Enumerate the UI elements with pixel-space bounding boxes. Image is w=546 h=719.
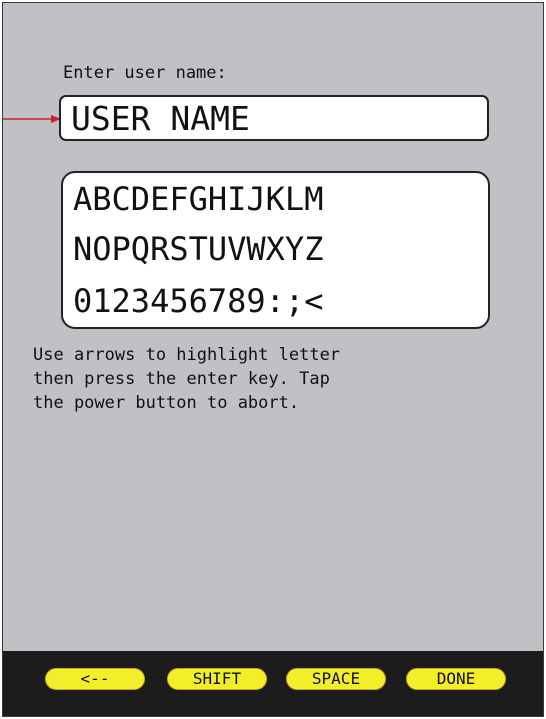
- user-name-field[interactable]: USER NAME: [59, 95, 489, 141]
- prompt-label: Enter user name:: [63, 63, 227, 83]
- space-button[interactable]: SPACE: [286, 668, 386, 690]
- backspace-button[interactable]: <--: [45, 668, 145, 690]
- keyboard-row[interactable]: 0123456789:;<: [73, 281, 323, 321]
- callout-arrow-icon: [3, 115, 61, 123]
- keyboard-row[interactable]: ABCDEFGHIJKLM: [73, 179, 323, 219]
- done-button[interactable]: DONE: [406, 668, 506, 690]
- keyboard-row[interactable]: NOPQRSTUVWXYZ: [73, 229, 323, 269]
- instructions-text: Use arrows to highlight letter then pres…: [33, 345, 341, 413]
- device-screen: Enter user name: USER NAME ABCDEFGHIJKLM…: [2, 2, 544, 717]
- shift-button[interactable]: SHIFT: [167, 668, 267, 690]
- softkey-bar: <-- SHIFT SPACE DONE: [3, 651, 543, 716]
- on-screen-keyboard[interactable]: ABCDEFGHIJKLM NOPQRSTUVWXYZ 0123456789:;…: [61, 171, 490, 329]
